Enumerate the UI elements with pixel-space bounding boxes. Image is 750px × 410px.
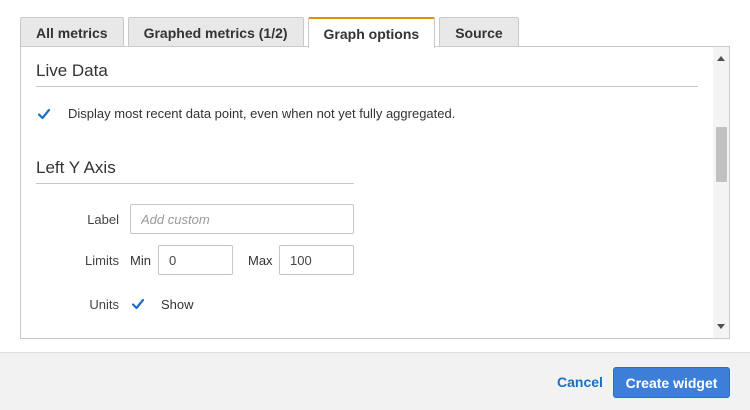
units-show-checkbox[interactable] bbox=[131, 297, 145, 311]
checkmark-icon bbox=[131, 298, 145, 310]
dialog-footer: Cancel Create widget bbox=[0, 352, 750, 410]
cancel-button[interactable]: Cancel bbox=[557, 374, 603, 390]
left-y-axis-divider bbox=[36, 183, 354, 184]
tab-graph-options[interactable]: Graph options bbox=[307, 17, 436, 48]
y-axis-label-input[interactable] bbox=[130, 204, 354, 234]
limits-label: Limits bbox=[85, 253, 119, 268]
live-data-title: Live Data bbox=[36, 61, 108, 80]
panel-content: Live Data Display most recent data point… bbox=[21, 47, 713, 338]
live-data-checkbox-label: Display most recent data point, even whe… bbox=[68, 106, 456, 121]
create-widget-button[interactable]: Create widget bbox=[613, 367, 730, 398]
tab-graphed-metrics[interactable]: Graphed metrics (1/2) bbox=[127, 17, 304, 47]
graph-options-panel: Live Data Display most recent data point… bbox=[20, 46, 730, 339]
units-show-label: Show bbox=[161, 297, 194, 312]
live-data-checkbox[interactable] bbox=[37, 107, 51, 121]
label-field-label: Label bbox=[87, 212, 119, 227]
min-input[interactable] bbox=[158, 245, 233, 275]
max-label: Max bbox=[248, 253, 273, 268]
max-input[interactable] bbox=[279, 245, 354, 275]
checkmark-icon bbox=[37, 108, 51, 120]
units-label: Units bbox=[89, 297, 119, 312]
scroll-up-icon[interactable] bbox=[713, 51, 729, 65]
scroll-thumb[interactable] bbox=[716, 127, 727, 182]
live-data-divider bbox=[36, 86, 698, 87]
left-y-axis-title: Left Y Axis bbox=[36, 158, 116, 177]
vertical-scrollbar[interactable] bbox=[713, 47, 729, 338]
tab-bar: All metrics Graphed metrics (1/2) Graph … bbox=[20, 17, 523, 48]
min-label: Min bbox=[130, 253, 151, 268]
scroll-down-icon[interactable] bbox=[713, 320, 729, 334]
dialog-body: All metrics Graphed metrics (1/2) Graph … bbox=[0, 0, 750, 352]
tab-all-metrics[interactable]: All metrics bbox=[20, 17, 124, 47]
tab-source[interactable]: Source bbox=[439, 17, 519, 47]
